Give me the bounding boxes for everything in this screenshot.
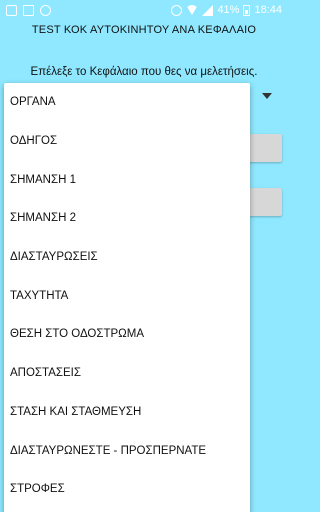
dropdown-item-simansi-2[interactable]: ΣΗΜΑΝΣΗ 2 — [4, 199, 250, 238]
dropdown-item-thesi[interactable]: ΘΕΣΗ ΣΤΟ ΟΔΟΣΤΡΩΜΑ — [4, 315, 250, 354]
status-right: 41% 18:44 — [171, 4, 282, 16]
app-title: TEST ΚΟΚ ΑΥΤΟΚΙΝΗΤΟΥ ΑΝΑ ΚΕΦΑΛΑΙΟ — [31, 24, 257, 36]
clock: 18:44 — [254, 4, 282, 16]
battery-percent: 41% — [217, 4, 240, 16]
dropdown-item-apostaseis[interactable]: ΑΠΟΣΤΑΣΕΙΣ — [4, 354, 250, 393]
status-bar: 41% 18:44 — [0, 0, 288, 20]
dropdown-item-organa[interactable]: ΟΡΓΑΝΑ — [4, 83, 250, 122]
shield-icon — [40, 4, 51, 16]
battery-icon — [243, 4, 251, 16]
dropdown-item-simansi-1[interactable]: ΣΗΜΑΝΣΗ 1 — [4, 160, 250, 199]
spinner-arrow-icon[interactable] — [262, 93, 272, 99]
wifi-icon — [186, 5, 199, 15]
alarm-icon — [171, 4, 183, 16]
dropdown-item-stasi[interactable]: ΣΤΑΣΗ ΚΑΙ ΣΤΑΘΜΕΥΣΗ — [4, 393, 250, 432]
signal-icon — [202, 4, 214, 16]
notification-icon — [23, 4, 34, 16]
gallery-icon — [6, 4, 17, 16]
dropdown-item-strofes[interactable]: ΣΤΡΟΦΕΣ — [4, 470, 250, 509]
dropdown-item-prosperasi[interactable]: ΔΙΑΣΤΑΥΡΩΝΕΣΤΕ - ΠΡΟΣΠΕΡΝΑΤΕ — [4, 431, 250, 470]
dropdown-item-taxytita[interactable]: ΤΑΧΥΤΗΤΑ — [4, 276, 250, 315]
dropdown-item-diastavroseis[interactable]: ΔΙΑΣΤΑΥΡΩΣΕΙΣ — [4, 238, 250, 277]
chapter-dropdown: ΟΡΓΑΝΑ ΟΔΗΓΟΣ ΣΗΜΑΝΣΗ 1 ΣΗΜΑΝΣΗ 2 ΔΙΑΣΤΑ… — [4, 83, 250, 512]
dropdown-item-odigos[interactable]: ΟΔΗΓΟΣ — [4, 122, 250, 161]
chapter-prompt: Επέλεξε το Κεφάλαιο που θες να μελετήσει… — [30, 66, 258, 78]
status-left — [6, 4, 51, 16]
